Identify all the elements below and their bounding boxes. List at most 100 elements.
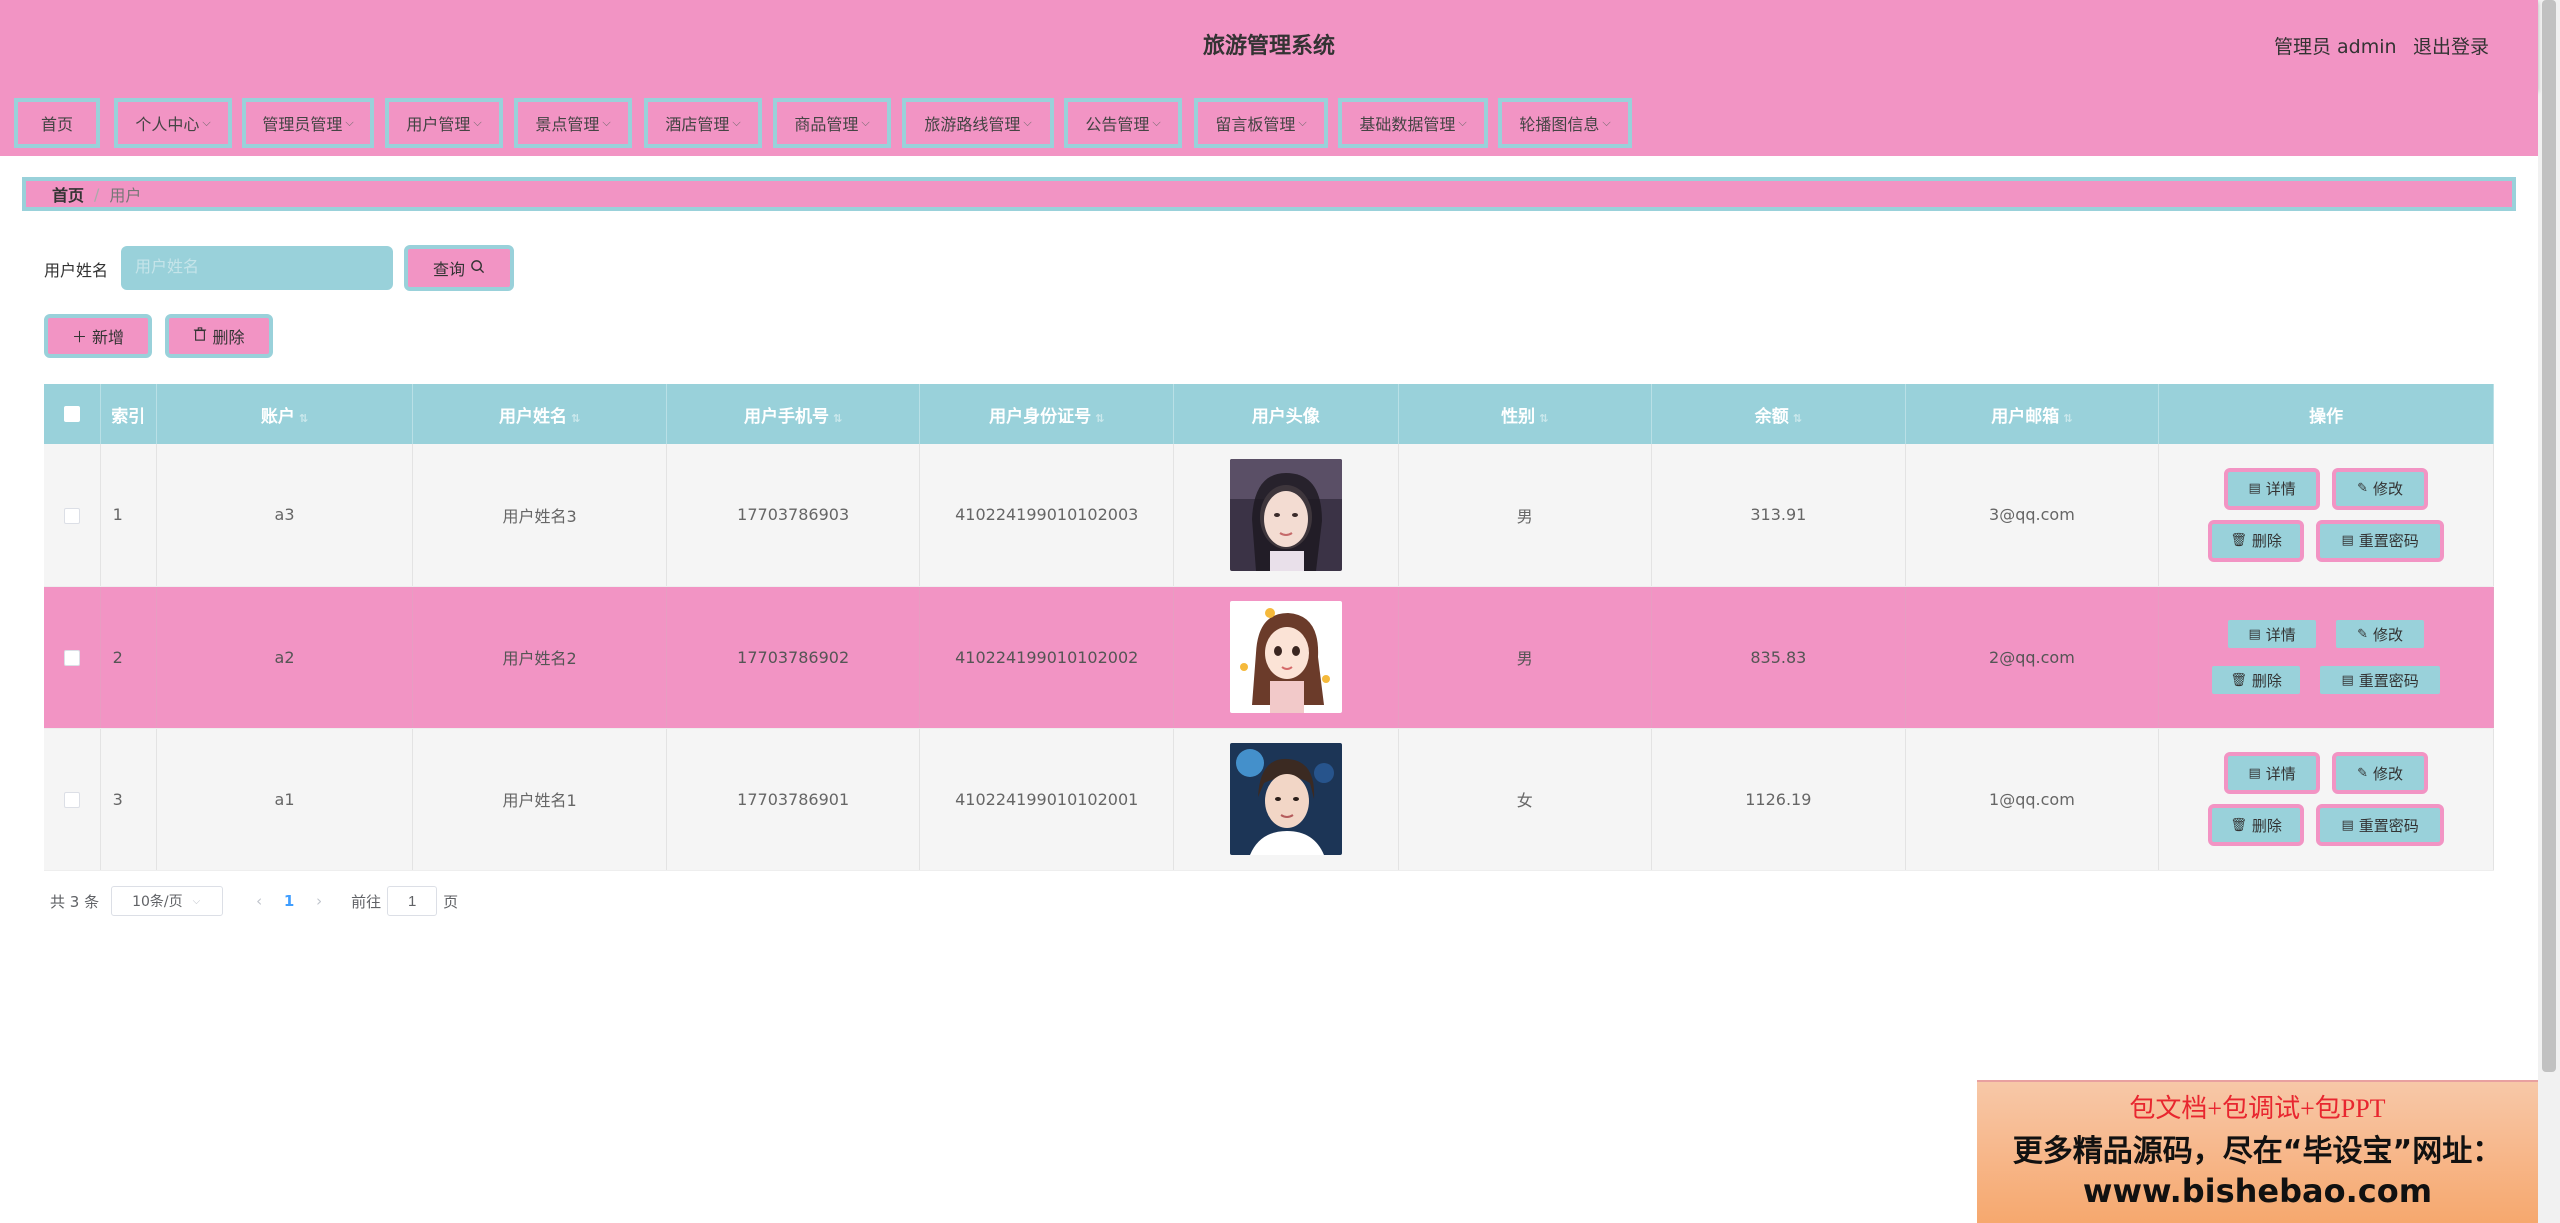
promo-url: www.bishebao.com [2082, 1172, 2433, 1210]
sort-icon[interactable]: ⇅ [2063, 412, 2072, 425]
next-page-icon[interactable]: › [305, 892, 333, 910]
goto-page-input[interactable] [387, 886, 438, 916]
reset-password-button[interactable]: ▤ 重置密码 [2316, 662, 2445, 698]
column-header-label: 用户邮箱 [1991, 406, 2060, 427]
nav-item-product-management[interactable]: 商品管理 ⌵ [773, 98, 891, 148]
column-header-label: 用户姓名 [498, 406, 567, 427]
edit-button[interactable]: ✎ 修改 [2332, 752, 2429, 794]
delete-button[interactable]: 🗑 删除 [2208, 804, 2305, 846]
edit-button[interactable]: ✎ 修改 [2332, 616, 2429, 652]
column-header-gender[interactable]: 性别 ⇅ [1398, 384, 1653, 444]
row-checkbox[interactable] [63, 507, 80, 524]
nav-item-label: 留言板管理 [1215, 115, 1296, 134]
batch-delete-button[interactable]: 删除 [165, 314, 273, 358]
column-header-avatar: 用户头像 [1173, 384, 1399, 444]
add-button[interactable]: ＋ 新增 [44, 314, 152, 358]
top-header: 旅游管理系统 管理员 admin 退出登录 [0, 0, 2538, 90]
column-header-balance[interactable]: 余额 ⇅ [1651, 384, 1906, 444]
delete-button[interactable]: 🗑 删除 [2208, 519, 2305, 562]
cell-email: 1@qq.com [1905, 728, 2160, 871]
scrollbar-thumb[interactable] [2542, 0, 2556, 1072]
column-header-id-card[interactable]: 用户身份证号 ⇅ [919, 384, 1174, 444]
document-icon: ▤ [2341, 533, 2354, 549]
column-header-account[interactable]: 账户 ⇅ [156, 384, 414, 444]
row-select-cell [44, 728, 101, 871]
reset-password-button[interactable]: ▤ 重置密码 [2316, 804, 2445, 846]
nav-item-carousel-info[interactable]: 轮播图信息 ⌵ [1498, 98, 1632, 148]
chevron-down-icon: ⌵ [732, 116, 741, 129]
search-icon [470, 259, 485, 278]
nav-item-route-management[interactable]: 旅游路线管理 ⌵ [902, 98, 1054, 148]
column-header-label: 用户身份证号 [989, 406, 1092, 427]
document-icon: ▤ [2248, 765, 2261, 781]
document-icon: ▤ [2341, 817, 2354, 833]
cell-email: 3@qq.com [1905, 444, 2160, 587]
edit-button[interactable]: ✎ 修改 [2332, 467, 2429, 510]
nav-item-personal-center[interactable]: 个人中心 ⌵ [114, 98, 232, 148]
sort-icon[interactable]: ⇅ [299, 412, 308, 425]
logout-link[interactable]: 退出登录 [2413, 32, 2489, 59]
cell-phone: 17703786903 [666, 444, 921, 587]
chevron-down-icon: ⌵ [602, 116, 611, 129]
nav-item-message-board-management[interactable]: 留言板管理 ⌵ [1194, 98, 1328, 148]
page-number-current[interactable]: 1 [273, 892, 305, 910]
table-header-row: 索引 账户 ⇅ 用户姓名 ⇅ 用户手机号 ⇅ 用户身份证号 ⇅ 用户头像 性别 ⇅ 余额 ⇅… [44, 384, 2494, 444]
column-header-name[interactable]: 用户姓名 ⇅ [412, 384, 667, 444]
add-button-label: 新增 [92, 328, 125, 347]
row-checkbox[interactable] [63, 792, 80, 808]
chevron-down-icon: ⌵ [1298, 116, 1307, 129]
trash-icon: 🗑 [2230, 533, 2247, 549]
cell-gender: 男 [1398, 444, 1653, 587]
avatar-image[interactable] [1229, 743, 1342, 855]
nav-item-home[interactable]: 首页 [14, 98, 100, 148]
detail-button-label: 详情 [2265, 480, 2296, 499]
cell-name: 用户姓名3 [412, 444, 667, 587]
batch-delete-button-label: 删除 [212, 328, 245, 347]
chevron-down-icon: ⌵ [473, 116, 482, 129]
query-button[interactable]: 查询 [404, 245, 514, 291]
chevron-down-icon: ⌵ [1152, 116, 1161, 129]
page-size-select[interactable]: 10条/页 ⌵ [111, 886, 224, 916]
delete-button[interactable]: 🗑 删除 [2208, 662, 2305, 698]
row-select-cell [44, 586, 101, 729]
cell-phone: 17703786901 [666, 728, 921, 871]
sort-icon[interactable]: ⇅ [1539, 412, 1548, 425]
nav-item-label: 商品管理 [794, 115, 859, 134]
sort-icon[interactable]: ⇅ [1095, 412, 1104, 425]
nav-item-basic-data-management[interactable]: 基础数据管理 ⌵ [1338, 98, 1488, 148]
cell-phone: 17703786902 [666, 586, 921, 729]
page-size-value: 10条/页 [132, 894, 183, 910]
row-checkbox[interactable] [63, 650, 80, 666]
document-icon: ▤ [2248, 626, 2261, 642]
nav-item-admin-management[interactable]: 管理员管理 ⌵ [242, 98, 374, 148]
sort-icon[interactable]: ⇅ [833, 412, 842, 425]
select-all-checkbox[interactable] [63, 406, 80, 422]
nav-item-hotel-management[interactable]: 酒店管理 ⌵ [644, 98, 762, 148]
edit-pencil-icon: ✎ [2357, 626, 2369, 642]
trash-icon [193, 327, 207, 345]
sort-icon[interactable]: ⇅ [1793, 412, 1802, 425]
detail-button[interactable]: ▤ 详情 [2224, 752, 2321, 794]
column-header-label: 性别 [1501, 406, 1536, 427]
nav-item-scenic-management[interactable]: 景点管理 ⌵ [514, 98, 632, 148]
nav-item-notice-management[interactable]: 公告管理 ⌵ [1064, 98, 1182, 148]
breadcrumb-home[interactable]: 首页 [52, 182, 84, 206]
detail-button[interactable]: ▤ 详情 [2224, 616, 2321, 652]
column-header-label: 用户手机号 [744, 406, 830, 427]
sort-icon[interactable]: ⇅ [571, 412, 580, 425]
prev-page-icon[interactable]: ‹ [245, 892, 273, 910]
column-header-email[interactable]: 用户邮箱 ⇅ [1905, 384, 2160, 444]
cell-index: 3 [100, 728, 157, 871]
search-input[interactable] [121, 246, 393, 290]
cell-gender: 女 [1398, 728, 1653, 871]
select-all-cell [44, 384, 101, 444]
avatar-image[interactable] [1229, 601, 1342, 713]
column-header-phone[interactable]: 用户手机号 ⇅ [666, 384, 921, 444]
nav-item-label: 个人中心 [135, 115, 200, 134]
avatar-image[interactable] [1229, 458, 1342, 571]
chevron-down-icon: ⌵ [1023, 116, 1032, 129]
reset-password-button[interactable]: ▤ 重置密码 [2316, 519, 2445, 562]
detail-button[interactable]: ▤ 详情 [2224, 467, 2321, 510]
nav-item-user-management[interactable]: 用户管理 ⌵ [385, 98, 503, 148]
cell-gender: 男 [1398, 586, 1653, 729]
